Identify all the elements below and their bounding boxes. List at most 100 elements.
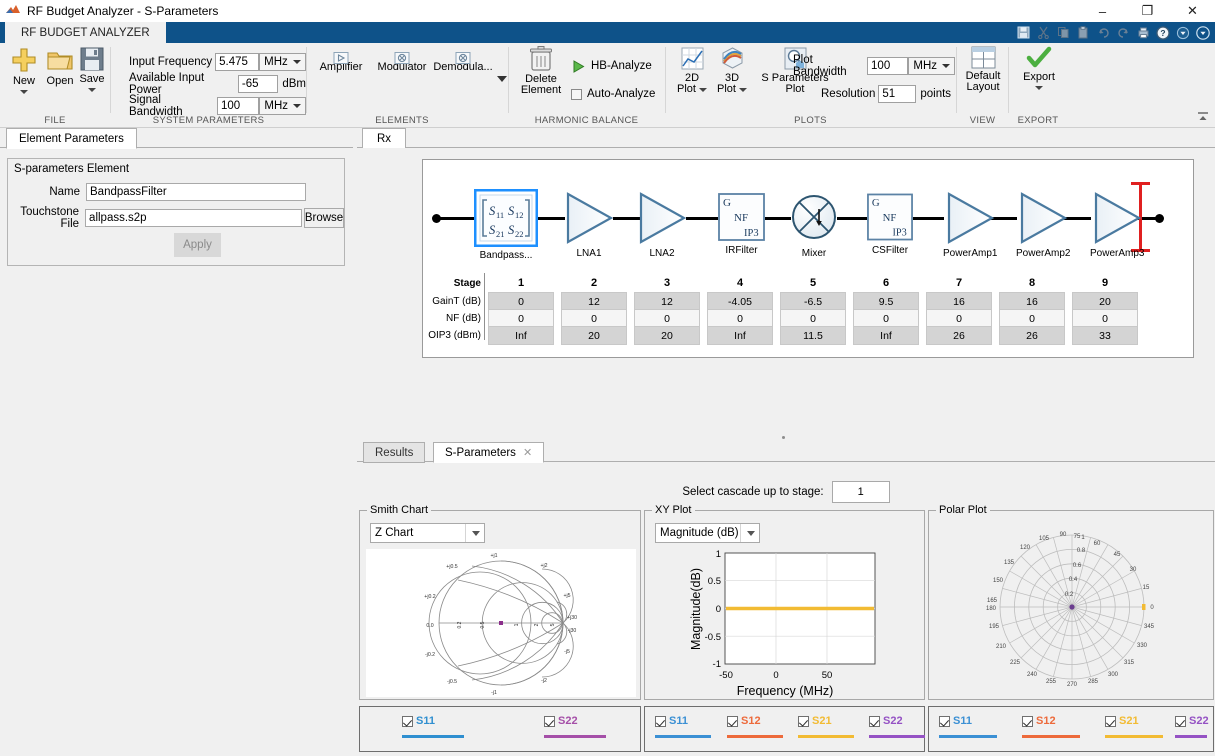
available-input-power-row: Available Input Power -65 dBm [129, 75, 306, 93]
plot-bandwidth-input[interactable]: 100 [867, 57, 908, 75]
2d-plot-caret-icon[interactable] [699, 88, 707, 92]
legend-item-s21[interactable]: S21 [1105, 715, 1139, 727]
checkbox-icon[interactable] [544, 716, 555, 727]
polar-plot-canvas[interactable]: 0 15 30 45 60 75 90 105 120 135 150 165 … [933, 517, 1211, 697]
cascade-stage-input[interactable]: 1 [832, 481, 890, 503]
modulator-button[interactable]: Modulator [370, 49, 434, 73]
default-layout-button[interactable]: Default Layout [962, 46, 1004, 93]
checkbox-icon[interactable] [655, 716, 666, 727]
touchstone-file-input[interactable]: allpass.s2p [85, 209, 302, 227]
splitter-handle[interactable] [782, 436, 785, 439]
collapse-ribbon-icon[interactable] [1195, 109, 1211, 125]
tab-element-parameters[interactable]: Element Parameters [6, 128, 137, 149]
tab-rf-budget-analyzer[interactable]: RF BUDGET ANALYZER [5, 22, 166, 43]
xy-plot-canvas[interactable]: 1 0.5 0 -0.5 -1 -50 0 50 Magnitude(dB) F… [645, 547, 926, 699]
cell-oip3[interactable]: 26 [926, 326, 992, 345]
element-csfilter[interactable]: G NF IP3 CSFilter [866, 192, 914, 256]
input-frequency-unit-select[interactable]: MHz [259, 53, 306, 71]
close-icon[interactable]: ✕ [523, 446, 532, 459]
cell-oip3[interactable]: 20 [634, 326, 700, 345]
minimize-ribbon-icon[interactable] [1193, 23, 1213, 42]
smith-chart-canvas[interactable]: +j1 +j0.5 +j0.2 0.0 -j0.2 -j0.5 -j1 +j2 … [366, 549, 636, 697]
maximize-button[interactable]: ❐ [1125, 0, 1170, 22]
checkbox-icon[interactable] [402, 716, 413, 727]
save-icon[interactable] [1013, 23, 1033, 42]
hb-analyze-button[interactable]: HB-Analyze [571, 57, 652, 75]
circuit-canvas[interactable]: S 11 S 12 S 21 S 22 Bandpass... LNA1 LNA… [422, 159, 1194, 358]
3d-plot-button[interactable]: 3D Plot [713, 46, 751, 95]
more-elements-caret-icon[interactable] [497, 76, 507, 82]
demodulator-button[interactable]: Demodula... [431, 49, 495, 73]
wire [436, 217, 474, 220]
element-irfilter[interactable]: G NF IP3 IRFilter [717, 192, 766, 256]
auto-analyze-checkbox[interactable]: Auto-Analyze [571, 85, 655, 103]
element-bandpass-filter[interactable]: S 11 S 12 S 21 S 22 Bandpass... [474, 189, 538, 261]
tab-rx[interactable]: Rx [362, 128, 406, 149]
cell-oip3[interactable]: Inf [853, 326, 919, 345]
checkbox-icon[interactable] [1022, 716, 1033, 727]
tab-s-parameters[interactable]: S-Parameters ✕ [433, 442, 544, 463]
legend-item-s22[interactable]: S22 [1175, 715, 1209, 727]
checkbox-icon[interactable] [727, 716, 738, 727]
cell-oip3[interactable]: 20 [561, 326, 627, 345]
checkbox-icon[interactable] [1175, 716, 1186, 727]
legend-item-s12[interactable]: S12 [727, 715, 761, 727]
cell-oip3[interactable]: 26 [999, 326, 1065, 345]
legend-item-s12[interactable]: S12 [1022, 715, 1056, 727]
name-input[interactable]: BandpassFilter [86, 183, 306, 201]
cell-oip3[interactable]: Inf [707, 326, 773, 345]
legend-item-s21[interactable]: S21 [798, 715, 832, 727]
export-caret-icon[interactable] [1035, 86, 1043, 90]
amplifier-button[interactable]: Amplifier [309, 49, 373, 73]
legend-item-s22[interactable]: S22 [869, 715, 903, 727]
wire [765, 217, 791, 220]
available-input-power-unit: dBm [282, 78, 306, 90]
close-button[interactable]: ✕ [1170, 0, 1215, 22]
save-label: Save [79, 74, 104, 85]
cell-oip3[interactable]: 33 [1072, 326, 1138, 345]
svg-text:G: G [723, 197, 731, 209]
save-caret-icon[interactable] [88, 88, 96, 92]
cell-oip3[interactable]: Inf [488, 326, 554, 345]
input-frequency-input[interactable]: 5.475 [215, 53, 259, 71]
legend-item-s11[interactable]: S11 [402, 715, 435, 727]
3d-plot-caret-icon[interactable] [739, 88, 747, 92]
legend-item-s11[interactable]: S11 [939, 715, 972, 727]
signal-bandwidth-input[interactable]: 100 [217, 97, 259, 115]
plot-bandwidth-unit-select[interactable]: MHz [908, 57, 955, 75]
resolution-input[interactable]: 51 [878, 85, 916, 103]
minimize-button[interactable]: – [1080, 0, 1125, 22]
element-poweramp1[interactable]: PowerAmp1 [943, 191, 997, 259]
s-parameters-plot-label-2: Plot [786, 84, 805, 95]
available-input-power-input[interactable]: -65 [238, 75, 278, 93]
checkbox-icon[interactable] [869, 716, 880, 727]
tab-results[interactable]: Results [363, 442, 425, 463]
customize-qat-icon[interactable] [1173, 23, 1193, 42]
signal-bandwidth-unit-select[interactable]: MHz [259, 97, 306, 115]
xy-plot-type-select[interactable]: Magnitude (dB) [655, 523, 760, 543]
checkbox-icon[interactable] [1105, 716, 1116, 727]
svg-text:12: 12 [515, 210, 524, 220]
cell-oip3[interactable]: 11.5 [780, 326, 846, 345]
help-icon[interactable]: ? [1153, 23, 1173, 42]
legend-item-s22[interactable]: S22 [544, 715, 578, 727]
checkbox-icon[interactable] [939, 716, 950, 727]
save-button[interactable]: Save [72, 46, 112, 92]
delete-element-button[interactable]: Delete Element [517, 46, 565, 96]
svg-text:135: 135 [1004, 560, 1015, 566]
legend-item-s11[interactable]: S11 [655, 715, 688, 727]
element-poweramp3[interactable]: PowerAmp3 [1090, 191, 1144, 259]
apply-button[interactable]: Apply [174, 233, 221, 257]
2d-plot-button[interactable]: 2D Plot [673, 46, 711, 95]
browse-button[interactable]: Browse [304, 208, 344, 228]
element-lna1[interactable]: LNA1 [564, 191, 614, 259]
svg-text:90: 90 [1060, 532, 1067, 538]
checkbox-icon[interactable] [798, 716, 809, 727]
smith-chart-type-select[interactable]: Z Chart [370, 523, 485, 543]
new-caret-icon[interactable] [20, 90, 28, 94]
export-button[interactable]: Export [1019, 46, 1059, 90]
new-button[interactable]: New [4, 46, 44, 94]
element-lna2[interactable]: LNA2 [637, 191, 687, 259]
element-poweramp2[interactable]: PowerAmp2 [1016, 191, 1070, 259]
element-mixer[interactable]: Mixer [791, 189, 837, 259]
